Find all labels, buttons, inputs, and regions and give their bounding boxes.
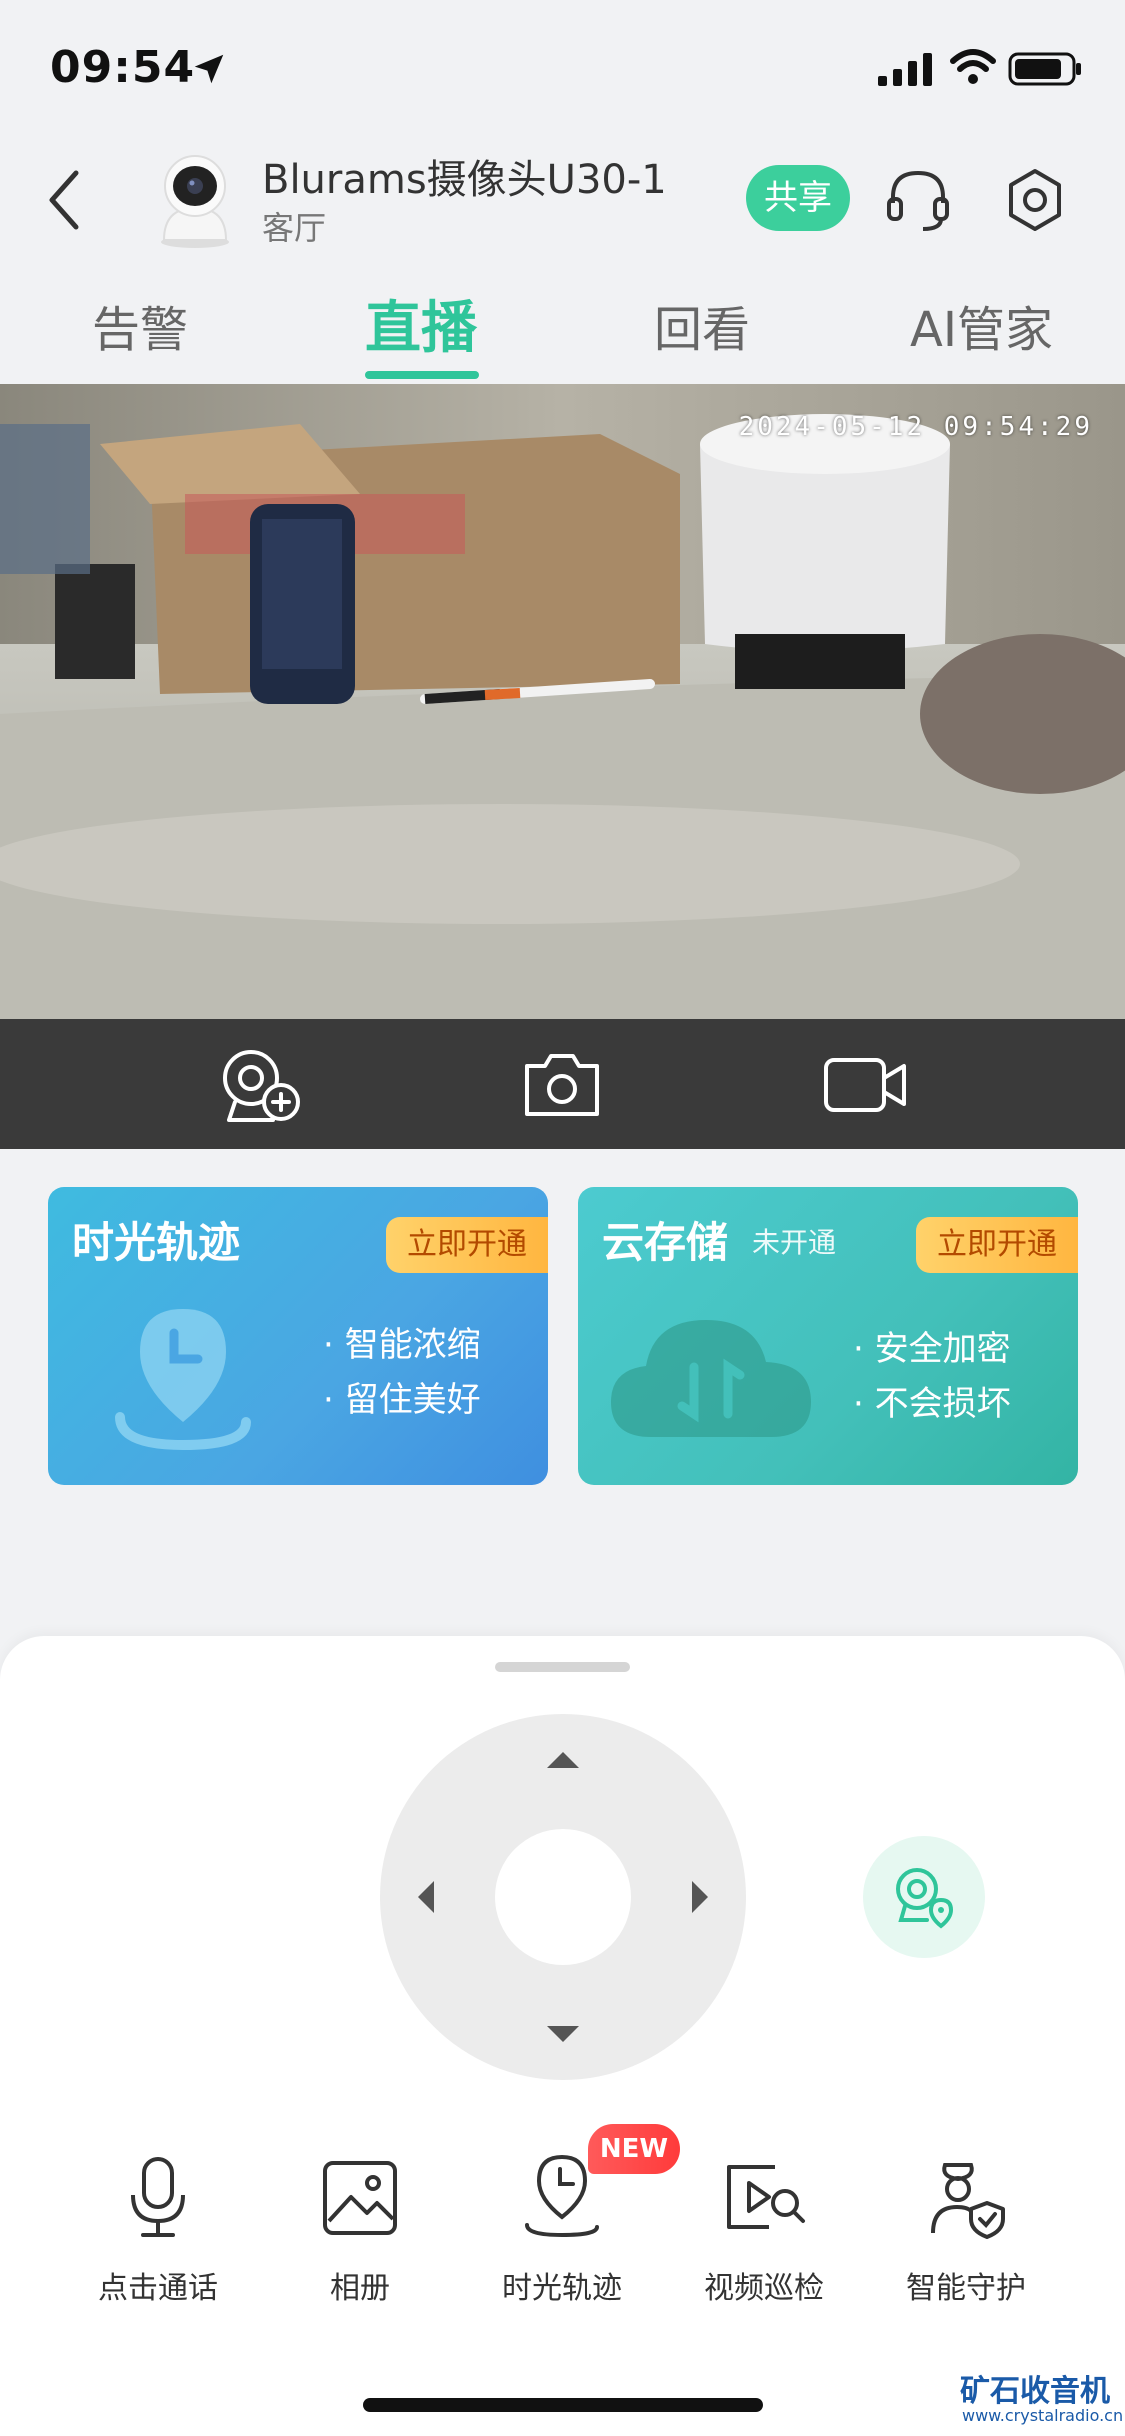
album-button[interactable]: 相册 xyxy=(255,2151,465,2321)
ptz-direction-pad[interactable] xyxy=(380,1714,746,2080)
watermark-url: www.crystalradio.cn xyxy=(962,2406,1124,2425)
microphone-icon xyxy=(131,2157,185,2237)
tool-label: 点击通话 xyxy=(98,2271,218,2306)
tab-playback[interactable]: 回看 xyxy=(654,290,750,360)
watermark-logo: 矿石收音机 xyxy=(960,2374,1110,2409)
activate-now-button[interactable]: 立即开通 xyxy=(386,1217,548,1273)
new-feature-badge: NEW xyxy=(588,2124,680,2174)
tool-label: 时光轨迹 xyxy=(502,2271,622,2306)
record-video-icon[interactable] xyxy=(820,1044,910,1126)
card-bullet: · 安全加密 xyxy=(853,1329,1011,1369)
sheet-drag-handle[interactable] xyxy=(495,1662,630,1672)
talk-button[interactable]: 点击通话 xyxy=(53,2151,263,2321)
smart-guard-button[interactable]: 智能守护 xyxy=(861,2151,1071,2321)
time-track-button[interactable]: 时光轨迹 xyxy=(457,2151,667,2321)
card-title: 时光轨迹 xyxy=(72,1218,241,1267)
tool-label: 视频巡检 xyxy=(704,2271,824,2306)
video-inspection-icon xyxy=(727,2165,805,2229)
tab-live[interactable]: 直播 xyxy=(365,283,477,364)
card-bullet: · 留住美好 xyxy=(323,1380,481,1420)
pan-up-button[interactable] xyxy=(547,1752,579,1768)
live-video[interactable]: 2024-05-12 09:54:29 xyxy=(0,384,1125,1019)
cloud-storage-illustration-icon xyxy=(611,1320,811,1437)
tab-alerts[interactable]: 告警 xyxy=(92,290,188,360)
tab-ai-assistant[interactable]: AI管家 xyxy=(910,290,1053,360)
settings-icon[interactable] xyxy=(1003,165,1067,235)
wifi-icon xyxy=(950,49,996,84)
card-status: 未开通 xyxy=(752,1226,837,1259)
tool-label: 智能守护 xyxy=(906,2271,1026,2306)
screenshot-icon[interactable] xyxy=(517,1044,607,1126)
active-tab-indicator xyxy=(365,371,479,379)
time-track-promo-card[interactable]: 时光轨迹 立即开通 · 智能浓缩 · 留住美好 xyxy=(48,1187,548,1485)
photo-album-icon xyxy=(323,2161,397,2235)
activate-now-button[interactable]: 立即开通 xyxy=(916,1217,1078,1273)
video-inspection-button[interactable]: 视频巡检 xyxy=(659,2151,869,2321)
camera-thumbnail-icon xyxy=(161,155,229,248)
customer-service-icon[interactable] xyxy=(883,165,953,235)
live-video-frame xyxy=(0,384,1125,1019)
card-title: 云存储 xyxy=(602,1218,729,1267)
device-room: 客厅 xyxy=(262,209,327,247)
status-time: 09:54 xyxy=(50,42,196,93)
control-sheet: 点击通话 相册 时光轨迹 视频巡检 智能守护 NEW xyxy=(0,1636,1125,2436)
share-button[interactable]: 共享 xyxy=(746,165,850,231)
video-timestamp: 2024-05-12 09:54:29 xyxy=(738,412,1093,442)
tool-label: 相册 xyxy=(330,2271,390,2306)
device-header: Blurams摄像头U30-1 客厅 共享 xyxy=(0,135,1125,265)
add-preset-position-icon[interactable] xyxy=(215,1044,305,1126)
video-control-bar xyxy=(0,1019,1125,1149)
battery-icon xyxy=(1008,52,1081,86)
pan-left-button[interactable] xyxy=(418,1881,434,1913)
smart-guard-icon xyxy=(931,2163,1005,2239)
signal-icon xyxy=(878,53,932,86)
pan-right-button[interactable] xyxy=(692,1881,708,1913)
card-bullet: · 智能浓缩 xyxy=(323,1325,481,1365)
device-name: Blurams摄像头U30-1 xyxy=(262,157,667,203)
time-track-illustration-icon xyxy=(115,1309,251,1451)
cloud-storage-promo-card[interactable]: 云存储 未开通 立即开通 · 安全加密 · 不会损坏 xyxy=(578,1187,1078,1485)
preset-location-icon xyxy=(896,1868,954,1929)
back-button[interactable] xyxy=(40,165,90,235)
tab-bar: 告警 直播 回看 AI管家 xyxy=(0,275,1125,385)
home-indicator xyxy=(363,2398,763,2412)
pan-down-button[interactable] xyxy=(547,2026,579,2042)
location-arrow-icon xyxy=(194,54,224,84)
status-bar: 09:54 xyxy=(0,0,1125,135)
ptz-center xyxy=(495,1829,631,1965)
preset-position-button[interactable] xyxy=(863,1836,985,1958)
card-bullet: · 不会损坏 xyxy=(853,1384,1011,1424)
